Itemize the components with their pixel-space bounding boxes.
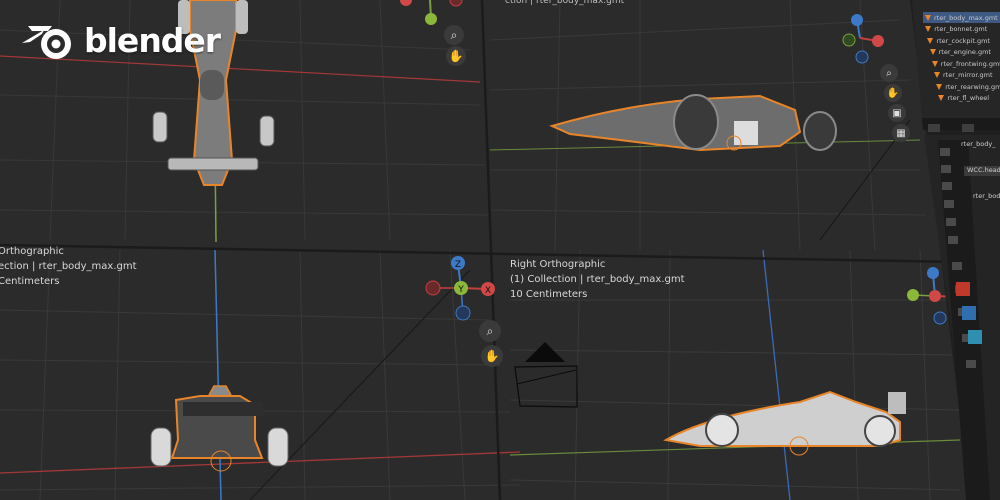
mesh-triangle-icon [934,72,940,78]
viewport-divider-horizontal[interactable] [0,243,961,264]
mesh-triangle-icon [927,37,934,44]
outliner-item-label: rter_cockpit.gmt [936,36,990,45]
mesh-triangle-icon [936,83,943,90]
race-car-front-view[interactable] [150,385,289,472]
outliner-item-label: rter_mirror.gmt [943,71,993,79]
outliner-item[interactable]: rter_bonnet.gmt [925,24,987,35]
properties-item[interactable]: rter_body_ [958,140,998,150]
hand-icon[interactable]: ✋ [446,46,466,66]
race-car-side-view[interactable] [663,390,906,456]
outliner-item[interactable]: rter_rearwing.gmt [936,81,1000,92]
properties-item[interactable]: rter_bod [970,192,1000,202]
top-right-viewport-header: ction | rter_body_max.gmt [505,0,624,9]
outliner-item[interactable]: rter_mirror.gmt [934,70,993,81]
bottom-left-viewport-info: Orthographic ection | rter_body_max.gmt … [0,244,137,289]
navigation-gizmo-right-ortho[interactable]: Z X Y [425,256,495,321]
zoom-icon[interactable]: ⌕ [479,320,501,342]
properties-item[interactable]: WCC.head [964,166,1000,176]
outliner-item-label: rter_rearwing.gmt [945,82,1000,91]
top-right-collection-text: ction | rter_body_max.gmt [505,0,625,6]
blender-wordmark: blender [84,20,221,60]
bottom-left-units: Centimeters [0,276,60,287]
z-axis-line-bl [214,249,222,500]
outliner-item[interactable]: rter_frontwing.gmt [931,58,1000,69]
blender-logo: blender [18,18,221,62]
z-axis-line-br [762,249,791,500]
navigation-gizmo-top-left[interactable] [400,0,463,25]
race-car-side-perspective[interactable] [549,94,837,152]
camera-object[interactable] [514,342,578,408]
bottom-left-collection: ection | rter_body_max.gmt [0,261,137,272]
blender-workspace: Z X Y blender ction | rter_body_max.gmt … [0,0,1000,500]
outliner-panel: rter_body_max.gmt rter_bonnet.gmt rter_coc… [905,0,1000,500]
right-ortho-units: 10 Centimeters [510,289,588,300]
mesh-triangle-icon [938,95,945,101]
viewport-divider-vertical[interactable] [480,0,502,500]
outliner-item-label: rter_engine.gmt [938,48,991,56]
gizmo-z-label: Z [455,260,461,270]
outliner-item-label: rter_body_max.gmt [934,13,998,22]
hand-icon[interactable]: ✋ [481,345,503,367]
outliner-item[interactable]: rter_engine.gmt [929,47,991,58]
blender-logo-icon [22,26,71,59]
viewport-grid: Z X Y [0,0,965,500]
gizmo-x-label: X [485,286,491,296]
outliner-item-label: rter_fl_wheel [947,94,990,102]
outliner-item-label: rter_bonnet.gmt [934,25,988,33]
bottom-left-view-name: Orthographic [0,246,64,257]
bottom-center-viewport-info: Right Orthographic (1) Collection | rter… [510,257,685,302]
mesh-triangle-icon [925,26,932,32]
outliner-item[interactable]: rter_fl_wheel [938,93,989,104]
right-ortho-collection: (1) Collection | rter_body_max.gmt [510,274,685,285]
outliner-item[interactable]: rter_cockpit.gmt [927,35,990,46]
mesh-triangle-icon [931,60,938,67]
right-ortho-view-name: Right Orthographic [510,259,606,270]
mesh-triangle-icon [929,49,936,55]
outliner-item-label: rter_frontwing.gmt [940,59,1000,68]
gizmo-y-label: Y [457,285,464,295]
mesh-triangle-icon [925,14,931,21]
outliner-item[interactable]: rter_body_max.gmt [923,12,1000,23]
zoom-icon[interactable]: ⌕ [444,25,464,45]
